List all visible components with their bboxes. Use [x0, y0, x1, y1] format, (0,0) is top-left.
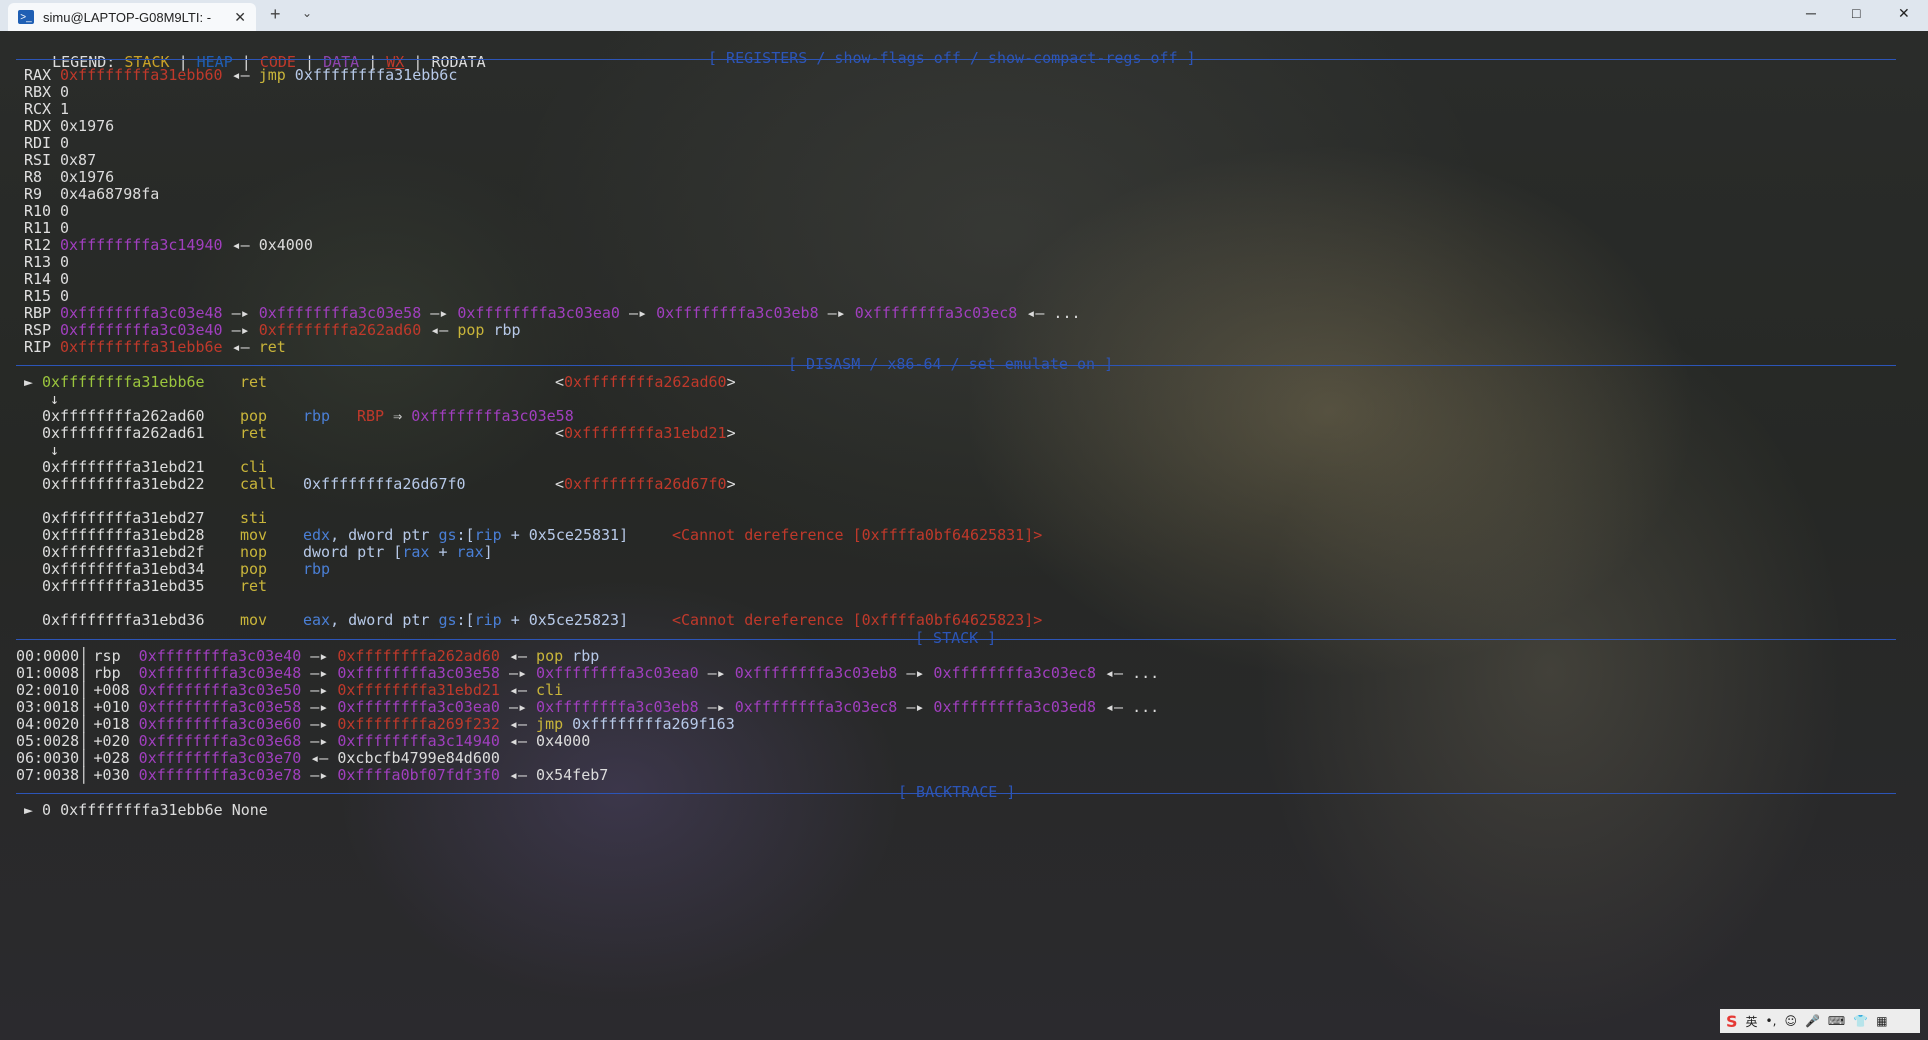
value-fragment: 0xffffffffa3c14940	[60, 236, 223, 254]
mnemonic: ret	[240, 577, 268, 595]
value-fragment: 0xffffffffa3c03ed8	[933, 698, 1096, 716]
registers-header: [ REGISTERS / show-flags off / show-comp…	[708, 49, 1196, 67]
value-fragment: 0x4000	[536, 732, 591, 750]
dereference-error: <Cannot dereference [0xffffa0bf64625831]…	[672, 525, 1042, 546]
close-window-button[interactable]: ✕	[1898, 5, 1910, 22]
backtrace-header: [ BACKTRACE ]	[898, 783, 1016, 801]
frame-text: 0 0xffffffffa31ebb6e None	[33, 801, 268, 819]
value-fragment: ◂—	[222, 66, 259, 84]
current-frame-marker: ►	[24, 801, 34, 819]
new-tab-button[interactable]: +	[270, 4, 281, 25]
backtrace-row: ► 0 0xffffffffa31ebb6e None	[24, 800, 268, 821]
terminal-output[interactable]: LEGEND: STACK | HEAP | CODE | DATA | WX …	[0, 31, 1928, 1040]
error-fragment: <Cannot dereference [0xffffa0bf64625823]…	[672, 611, 1043, 629]
target-fragment: <	[555, 373, 565, 391]
keyboard-icon[interactable]: ⌨	[1828, 1014, 1845, 1028]
close-tab-icon[interactable]: ✕	[234, 9, 246, 26]
toolbox-icon[interactable]: ▦	[1876, 1014, 1887, 1028]
target-fragment: 0xffffffffa31ebd21	[564, 424, 727, 442]
sogou-ime-icon[interactable]: S	[1726, 1012, 1738, 1031]
operand-fragment: :[	[456, 611, 475, 629]
value-fragment: 0xffffffffa3c03ec8	[854, 304, 1018, 322]
value-fragment: —▸	[619, 304, 657, 322]
instruction-address: 0xffffffffa262ad61	[42, 424, 205, 442]
disasm-row: ► 0xffffffffa31ebb6e ret <0xffffffffa262ad6…	[24, 372, 736, 393]
ime-language-label[interactable]: 英	[1746, 1013, 1758, 1030]
branch-target: <0xffffffffa262ad60>	[555, 372, 736, 393]
value-fragment: ◂—	[222, 236, 259, 254]
value-fragment: ◂—	[499, 732, 537, 750]
title-bar: >_ simu@LAPTOP-G08M9LTI: - ✕ + ⌄ ─ □ ✕	[0, 0, 1928, 31]
value-fragment: —▸	[818, 304, 855, 322]
chevron-down-icon[interactable]: ⌄	[302, 6, 312, 20]
value-fragment: 0xffffffffa31ebb60	[60, 66, 223, 84]
value-fragment: ◂—	[421, 321, 458, 339]
value-fragment: jmp	[258, 66, 286, 84]
target-fragment: >	[726, 373, 736, 391]
disasm-row: 0xffffffffa262ad61 ret <0xffffffffa31ebd21…	[24, 423, 736, 444]
value-fragment: ◂— ...	[1095, 698, 1160, 716]
microphone-icon[interactable]: 🎤	[1805, 1014, 1820, 1028]
disasm-row: 0xffffffffa31ebd22 call 0xffffffffa26d67f0…	[24, 474, 736, 495]
tab-title: simu@LAPTOP-G08M9LTI: -	[43, 9, 212, 25]
operand-fragment: + 0x5ce25831]	[501, 526, 629, 544]
register-row: RAX 0xffffffffa31ebb60 ◂— jmp 0xffffffffa…	[24, 65, 457, 86]
target-fragment: 0xffffffffa26d67f0	[564, 475, 727, 493]
marker	[24, 423, 42, 444]
terminal-tab[interactable]: >_ simu@LAPTOP-G08M9LTI: - ✕	[8, 3, 256, 31]
emoji-icon[interactable]: ☺	[1784, 1014, 1797, 1028]
target-fragment: <	[555, 475, 565, 493]
operand-fragment: + 0x5ce25823]	[501, 611, 629, 629]
disasm-header: [ DISASM / x86-64 / set emulate on ]	[788, 355, 1114, 373]
value-fragment: ◂— ...	[1017, 304, 1081, 322]
instruction-address: 0xffffffffa31ebd35	[42, 577, 205, 595]
skin-icon[interactable]: 👕	[1853, 1014, 1868, 1028]
target-fragment: >	[726, 424, 736, 442]
value-fragment: 0xffffffffa3c03eb8	[656, 304, 819, 322]
operand-fragment: 0xffffffffa26d67f0	[303, 475, 466, 493]
marker	[24, 474, 42, 495]
mnemonic: ret	[240, 424, 268, 442]
value-fragment: 0xffffffffa3c03ec8	[734, 698, 898, 716]
current-instruction-marker: ►	[24, 373, 34, 391]
system-tray: S 英 •, ☺ 🎤 ⌨ 👕 ▦	[1720, 1009, 1920, 1033]
operand-fragment: gs	[438, 611, 457, 629]
mnemonic: ret	[240, 373, 268, 391]
target-fragment: 0xffffffffa262ad60	[564, 373, 727, 391]
value-fragment: rbp	[484, 321, 521, 339]
value-fragment: ◂— ...	[1095, 664, 1160, 682]
instruction-address: 0xffffffffa31ebd22	[42, 475, 205, 493]
branch-target: <0xffffffffa31ebd21>	[555, 423, 736, 444]
error-fragment: <Cannot dereference [0xffffa0bf64625831]…	[672, 526, 1043, 544]
marker	[24, 576, 42, 597]
value-fragment: 0x4000	[258, 236, 313, 254]
target-fragment: <	[555, 424, 565, 442]
operand-fragment: , dword ptr	[330, 611, 439, 629]
backtrace-separator: [ BACKTRACE ]	[16, 782, 1896, 803]
disasm-row: 0xffffffffa31ebd35 ret	[24, 576, 510, 597]
value-fragment: 0xffffffffa31ebb6c	[285, 66, 458, 84]
value-fragment: 0xffffffffa3c03eb8	[734, 664, 898, 682]
value-fragment: 0x4a68798fa	[60, 185, 160, 203]
value-fragment: pop	[457, 321, 485, 339]
value-fragment: —▸	[897, 664, 934, 682]
value-fragment: 0xffffffffa3c03ec8	[933, 664, 1096, 682]
stack-header: [ STACK ]	[915, 629, 997, 647]
maximize-button[interactable]: □	[1852, 5, 1860, 21]
minimize-button[interactable]: ─	[1806, 5, 1816, 21]
value-fragment: —▸	[698, 664, 735, 682]
tray-item[interactable]: •,	[1766, 1014, 1777, 1028]
value-fragment: —▸	[897, 698, 934, 716]
branch-target: <0xffffffffa26d67f0>	[555, 474, 736, 495]
mnemonic: call	[240, 475, 277, 493]
operand-fragment: eax	[303, 611, 331, 629]
operands: 0xffffffffa26d67f0	[303, 474, 510, 495]
target-fragment: >	[726, 475, 736, 493]
instruction-address: 0xffffffffa31ebb6e	[42, 373, 205, 391]
terminal-icon: >_	[18, 10, 34, 24]
operand-fragment: rip	[474, 611, 502, 629]
